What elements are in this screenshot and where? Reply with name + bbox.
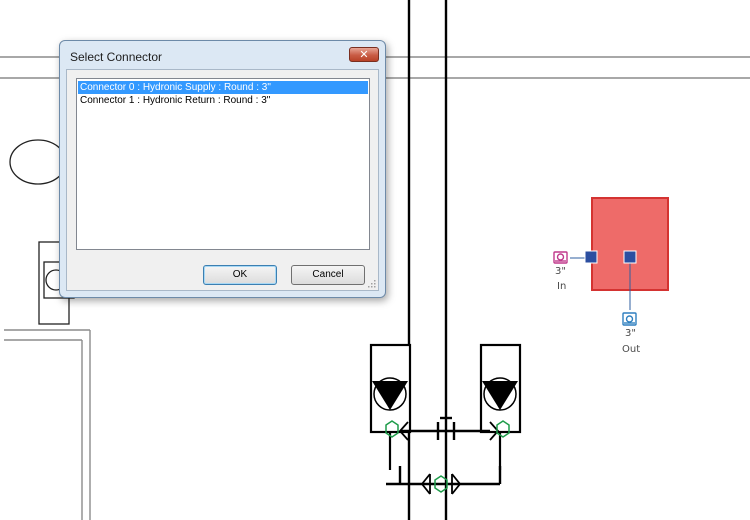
dialog-title: Select Connector [70, 50, 163, 64]
pump-left[interactable] [369, 343, 412, 470]
ok-button[interactable]: OK [203, 265, 277, 285]
list-item-connector-1[interactable]: Connector 1 : Hydronic Return : Round : … [78, 94, 368, 107]
dialog-client-area: Connector 0 : Hydronic Supply : Round : … [66, 69, 379, 291]
close-button[interactable]: ✕ [349, 47, 379, 62]
connector-in-size: 3" [555, 266, 566, 277]
dialog-titlebar[interactable]: Select Connector ✕ [60, 41, 385, 71]
list-item-connector-0[interactable]: Connector 0 : Hydronic Supply : Round : … [78, 81, 368, 94]
select-connector-dialog[interactable]: Select Connector ✕ Connector 0 : Hydroni… [59, 40, 386, 298]
connector-list[interactable]: Connector 0 : Hydronic Supply : Round : … [76, 78, 370, 250]
close-icon: ✕ [359, 48, 369, 61]
connector-out-label: Out [622, 344, 641, 355]
connector-out-size: 3" [625, 328, 636, 339]
mechanical-equipment[interactable] [570, 197, 669, 310]
resize-grip-icon[interactable] [366, 278, 376, 288]
pump-right[interactable] [479, 343, 522, 470]
cancel-button[interactable]: Cancel [291, 265, 365, 285]
connector-in-icon[interactable] [553, 251, 568, 264]
connector-in-label: In [557, 281, 567, 292]
connector-out-icon[interactable] [622, 312, 637, 326]
